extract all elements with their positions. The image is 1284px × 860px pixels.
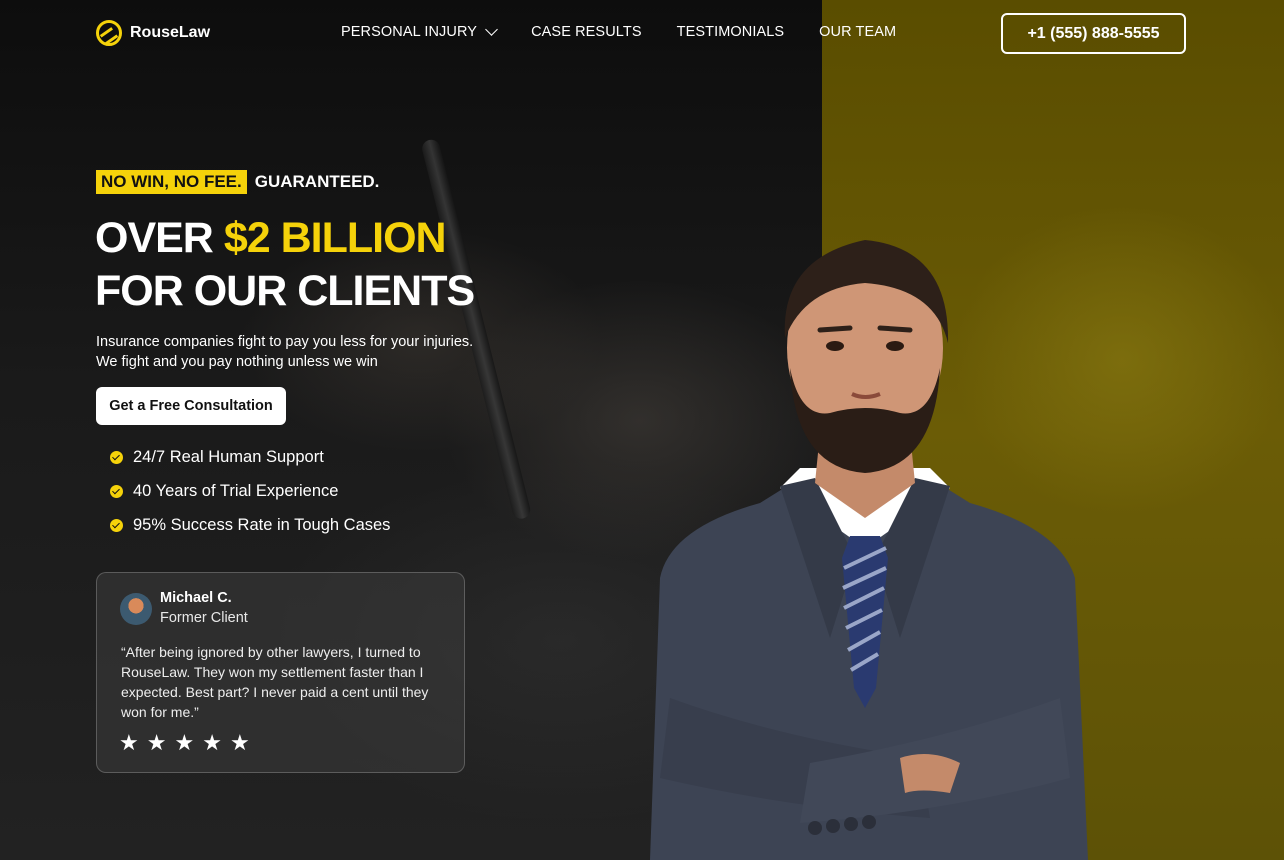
chevron-down-icon xyxy=(485,23,498,36)
nav-links: PERSONAL INJURY CASE RESULTS TESTIMONIAL… xyxy=(341,23,931,40)
star-icon: ★ xyxy=(174,730,195,755)
nav-item-case-results[interactable]: CASE RESULTS xyxy=(531,24,642,40)
nav-item-label: TESTIMONIALS xyxy=(676,24,785,40)
tagline-guarantee: GUARANTEED. xyxy=(254,172,380,191)
phone-button[interactable]: +1 (555) 888-5555 xyxy=(1001,13,1186,54)
hero-headline: OVER $2 BILLION FOR OUR CLIENTS xyxy=(95,212,475,318)
avatar xyxy=(120,593,152,625)
headline-part1: OVER xyxy=(95,214,214,262)
nav-item-testimonials[interactable]: TESTIMONIALS xyxy=(677,24,785,40)
star-icon: ★ xyxy=(146,730,167,755)
nav-item-label: OUR TEAM xyxy=(819,24,897,40)
free-consultation-button[interactable]: Get a Free Consultation xyxy=(96,387,286,425)
star-icon: ★ xyxy=(202,730,222,755)
lawyer-portrait xyxy=(650,240,1088,860)
feature-item: 24/7 Real Human Support xyxy=(110,440,390,474)
feature-list: 24/7 Real Human Support 40 Years of Tria… xyxy=(110,440,390,542)
testimonial-quote: “After being ignored by other lawyers, I… xyxy=(121,644,429,720)
logo[interactable]: RouseLaw xyxy=(96,20,210,46)
headline-accent: $2 BILLION xyxy=(223,214,447,262)
feature-item: 95% Success Rate in Tough Cases xyxy=(110,508,390,542)
reviewer-role: Former Client xyxy=(160,610,248,626)
nav-item-label: CASE RESULTS xyxy=(531,24,642,40)
reviewer-name: Michael C. xyxy=(160,590,232,606)
nav-item-our-team[interactable]: OUR TEAM xyxy=(819,24,896,40)
page: RouseLaw PERSONAL INJURY CASE RESULTS TE… xyxy=(0,0,1284,860)
star-icon: ★ xyxy=(229,730,250,755)
check-icon xyxy=(110,484,123,498)
logo-icon xyxy=(96,20,122,46)
testimonial-card: Michael C. Former Client “After being ig… xyxy=(96,572,465,773)
feature-label: 24/7 Real Human Support xyxy=(133,447,324,466)
feature-label: 95% Success Rate in Tough Cases xyxy=(133,515,391,534)
feature-label: 40 Years of Trial Experience xyxy=(133,481,339,500)
hero-subcopy: Insurance companies fight to pay you les… xyxy=(96,334,474,370)
star-icon: ★ xyxy=(119,730,139,755)
headline-line2: FOR OUR CLIENTS xyxy=(95,267,475,315)
check-icon xyxy=(110,450,123,464)
top-navigation: RouseLaw PERSONAL INJURY CASE RESULTS TE… xyxy=(0,0,1284,68)
check-icon xyxy=(110,518,123,532)
tagline-highlight: NO WIN, NO FEE. xyxy=(96,170,247,194)
star-rating: ★ ★ ★ ★ ★ xyxy=(119,731,250,755)
tagline: NO WIN, NO FEE. GUARANTEED. xyxy=(96,170,379,194)
logo-text: RouseLaw xyxy=(130,24,211,41)
nav-item-personal-injury[interactable]: PERSONAL INJURY xyxy=(341,23,498,40)
nav-item-label: PERSONAL INJURY xyxy=(341,24,478,40)
feature-item: 40 Years of Trial Experience xyxy=(110,474,390,508)
